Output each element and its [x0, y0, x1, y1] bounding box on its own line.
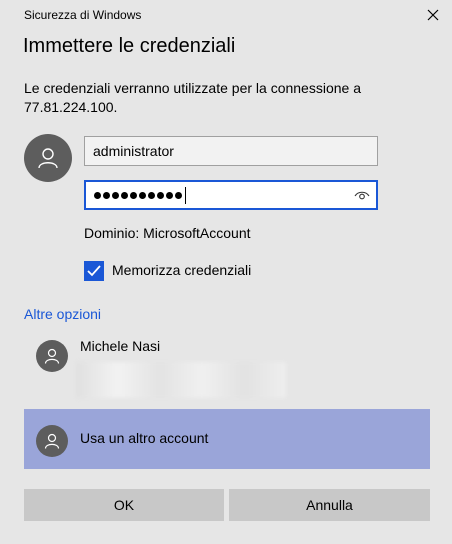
blurred-account-detail: [76, 362, 286, 398]
more-options-link[interactable]: Altre opzioni: [24, 306, 101, 322]
user-icon: [44, 348, 60, 364]
close-button[interactable]: [420, 2, 446, 28]
password-dot: [148, 191, 155, 199]
cancel-button[interactable]: Annulla: [229, 489, 430, 521]
domain-text: Dominio: MicrosoftAccount: [84, 225, 251, 241]
ok-button[interactable]: OK: [24, 489, 224, 521]
password-dot: [157, 191, 164, 199]
password-dot: [94, 191, 101, 199]
remember-checkbox[interactable]: [84, 261, 104, 281]
close-icon: [427, 9, 439, 21]
password-field[interactable]: [84, 180, 378, 210]
other-account-label: Usa un altro account: [80, 430, 209, 446]
username-field[interactable]: administrator: [84, 136, 378, 166]
password-dot: [130, 191, 137, 199]
user-icon: [38, 148, 58, 169]
text-caret: [185, 186, 186, 204]
eye-icon: [354, 191, 370, 200]
password-dot: [139, 191, 146, 199]
password-dot: [112, 191, 119, 199]
dialog-heading: Immettere le credenziali: [23, 35, 236, 57]
avatar: [24, 134, 72, 182]
window-title: Sicurezza di Windows: [24, 8, 142, 22]
account-name: Michele Nasi: [80, 338, 161, 354]
checkmark-icon: [87, 265, 101, 277]
user-icon: [44, 433, 60, 449]
other-account-avatar: [36, 425, 68, 457]
remember-label[interactable]: Memorizza credenziali: [112, 262, 251, 278]
password-dot: [175, 191, 182, 199]
reveal-password-button[interactable]: [354, 188, 370, 202]
password-dot: [103, 191, 110, 199]
password-mask: [94, 191, 184, 199]
username-value: administrator: [93, 143, 174, 159]
account-avatar: [36, 340, 68, 372]
password-dot: [121, 191, 128, 199]
dialog-message: Le credenziali verranno utilizzate per l…: [24, 80, 361, 115]
password-dot: [166, 191, 173, 199]
